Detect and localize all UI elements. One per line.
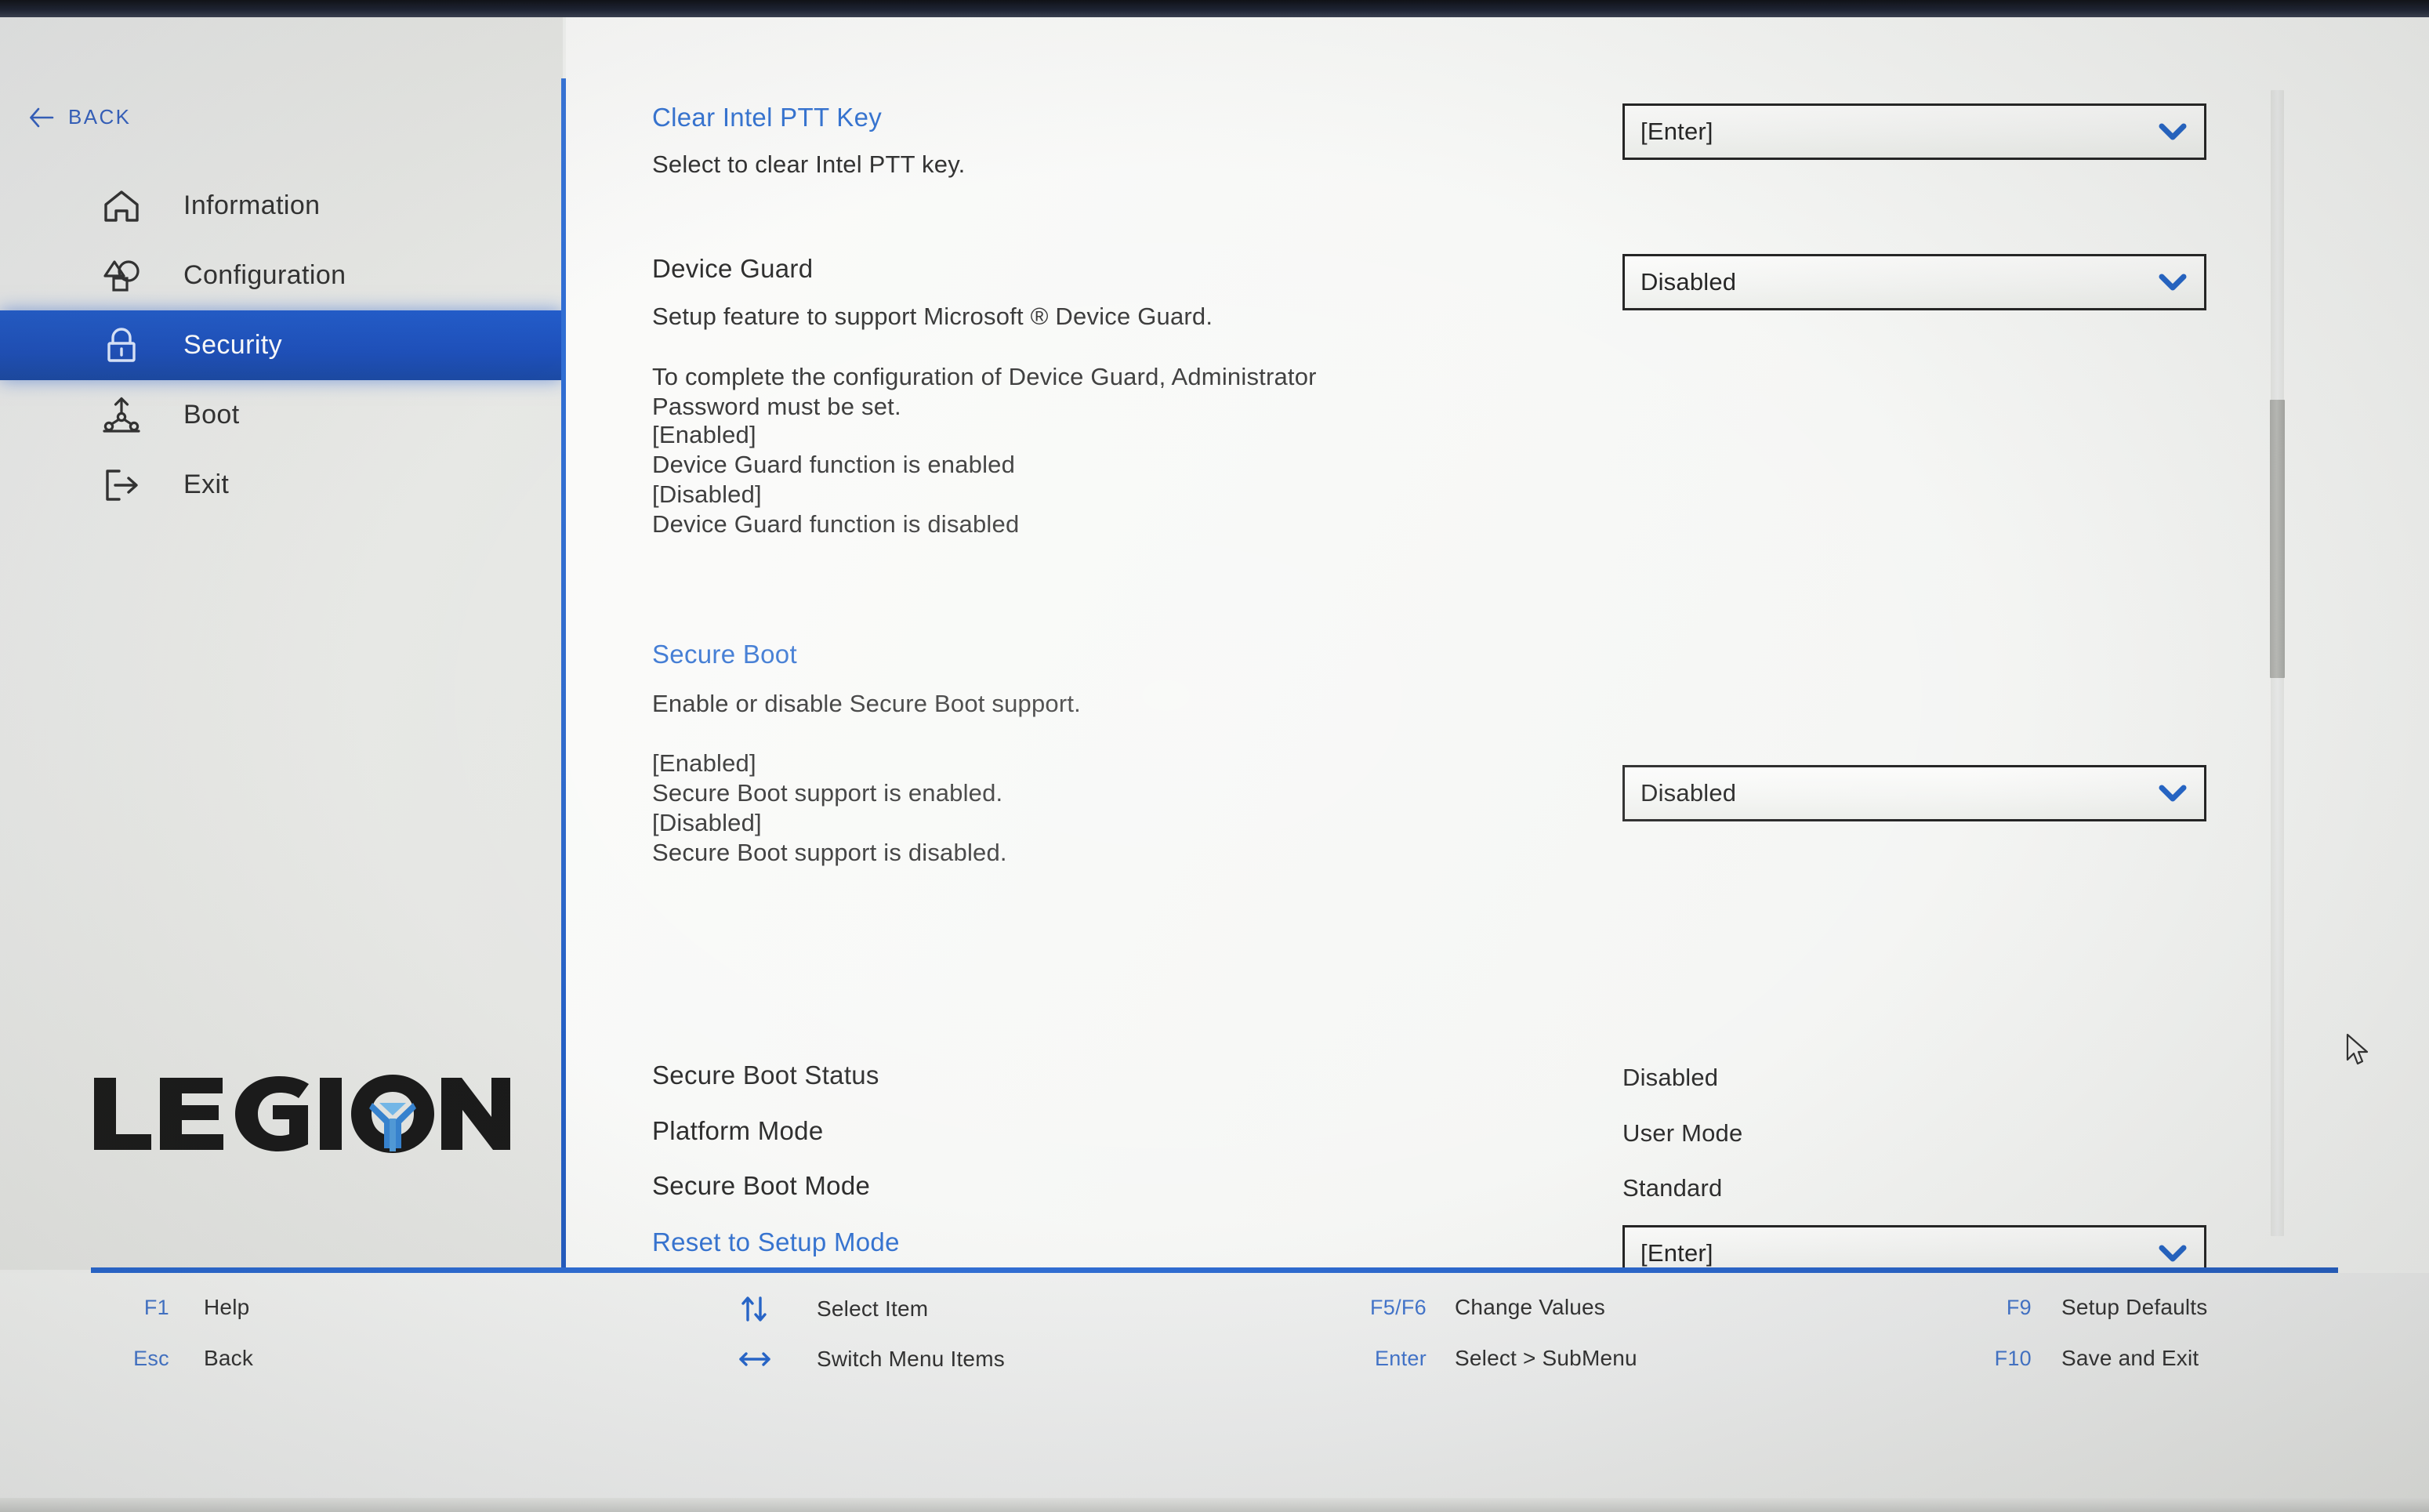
secure-boot-dropdown[interactable]: Disabled: [1622, 765, 2206, 821]
secure-boot-mode-value-wrap: Standard: [1622, 1174, 2171, 1202]
sidebar-item-configuration[interactable]: Configuration: [0, 241, 563, 310]
sidebar-item-security[interactable]: Security: [0, 310, 563, 380]
screen-bezel-top: [0, 0, 2429, 17]
setting-secure-boot-description: Enable or disable Secure Boot support.: [652, 689, 2314, 719]
reset-to-setup-mode-dropdown[interactable]: [Enter]: [1622, 1225, 2206, 1270]
hint-key: F10: [1994, 1346, 2032, 1370]
sidebar-item-label: Configuration: [183, 260, 346, 290]
dropdown-value: [Enter]: [1640, 1239, 1713, 1267]
dropdown-value: [Enter]: [1640, 118, 1713, 145]
device-guard-dropdown[interactable]: Disabled: [1622, 254, 2206, 310]
chevron-down-icon: [2159, 1245, 2187, 1262]
hint-f5f6-change-values: F5/F6 Change Values: [1343, 1295, 1605, 1320]
chevron-down-icon: [2159, 274, 2187, 291]
setting-description: Enable or disable Secure Boot support.: [652, 690, 1081, 717]
status-value: Disabled: [1622, 1064, 1719, 1091]
hint-f9-setup-defaults: F9 Setup Defaults: [1974, 1295, 2207, 1320]
status-value: Standard: [1622, 1174, 1723, 1202]
exit-arrow-icon: [106, 469, 138, 501]
home-icon: [104, 190, 139, 222]
sidebar: BACK Information Configuration Security …: [0, 17, 563, 1270]
sidebar-item-label: Security: [183, 330, 283, 360]
sidebar-item-exit[interactable]: Exit: [0, 450, 563, 520]
scrollbar-thumb[interactable]: [2270, 400, 2285, 678]
hint-action: Switch Menu Items: [817, 1347, 1005, 1371]
setting-note: To complete the configuration of Device …: [652, 363, 1317, 420]
hint-action: Back: [204, 1346, 254, 1370]
boot-network-icon: [103, 397, 140, 433]
dropdown-value: Disabled: [1640, 268, 1737, 296]
left-right-arrows-icon: [739, 1352, 770, 1366]
option-enabled-text: Device Guard function is enabled: [652, 451, 1016, 478]
dropdown-value: Disabled: [1640, 779, 1737, 807]
option-disabled-tag: [Disabled]: [652, 480, 762, 508]
setting-device-guard-note: To complete the configuration of Device …: [652, 362, 2314, 422]
hint-enter-select-submenu: Enter Select > SubMenu: [1343, 1346, 1637, 1371]
back-button[interactable]: BACK: [28, 105, 131, 129]
secure-boot-status-value-wrap: Disabled: [1622, 1064, 2171, 1092]
chevron-down-icon: [2159, 123, 2187, 140]
platform-mode-value-wrap: User Mode: [1622, 1119, 2171, 1148]
status-value: User Mode: [1622, 1119, 1743, 1147]
hint-action: Help: [204, 1295, 250, 1319]
footer-hints: F1 Help Esc Back Select Item Switch Menu…: [0, 1273, 2429, 1498]
sidebar-item-boot[interactable]: Boot: [0, 380, 563, 450]
back-label: BACK: [68, 105, 132, 129]
hint-key: Enter: [1374, 1346, 1427, 1370]
option-disabled-text: Device Guard function is disabled: [652, 510, 1020, 538]
hint-key: Esc: [133, 1346, 169, 1370]
legion-logo: [94, 1075, 510, 1153]
footer-divider: [91, 1267, 2338, 1273]
hint-action: Setup Defaults: [2061, 1295, 2208, 1319]
hint-action: Change Values: [1455, 1295, 1605, 1319]
option-enabled-tag: [Enabled]: [652, 421, 756, 448]
sidebar-item-information[interactable]: Information: [0, 171, 563, 241]
hint-key: F9: [2006, 1295, 2032, 1319]
hint-f10-save-and-exit: F10 Save and Exit: [1974, 1346, 2199, 1371]
main-content: Clear Intel PTT Key Select to clear Inte…: [566, 17, 2429, 1270]
hint-action: Save and Exit: [2061, 1346, 2199, 1370]
hint-action: Select > SubMenu: [1455, 1346, 1637, 1370]
shapes-icon: [103, 259, 140, 292]
hint-esc-back: Esc Back: [114, 1346, 253, 1371]
sidebar-nav: Information Configuration Security Boot …: [0, 171, 563, 520]
setting-secure-boot: Secure Boot: [652, 640, 2314, 669]
hint-switch-menu-items: Switch Menu Items: [737, 1343, 1005, 1375]
screen-bezel-bottom: [0, 1498, 2429, 1512]
arrow-left-icon: [30, 107, 54, 127]
option-disabled-text: Secure Boot support is disabled.: [652, 839, 1007, 866]
sidebar-item-label: Information: [183, 190, 321, 220]
hint-action: Select Item: [817, 1296, 929, 1321]
hint-f1-help: F1 Help: [114, 1295, 249, 1320]
sidebar-item-label: Exit: [183, 470, 230, 499]
setting-device-guard-options: [Enabled] Device Guard function is enabl…: [652, 420, 2314, 539]
clear-intel-ptt-key-dropdown[interactable]: [Enter]: [1622, 103, 2206, 160]
hint-key: F1: [143, 1295, 169, 1319]
chevron-down-icon: [2159, 785, 2187, 802]
bios-setup-screen: BACK Information Configuration Security …: [0, 0, 2429, 1512]
hint-key: F5/F6: [1369, 1295, 1427, 1319]
padlock-icon: [107, 327, 136, 362]
sidebar-item-label: Boot: [183, 400, 240, 430]
hint-select-item: Select Item: [737, 1293, 928, 1325]
up-down-arrows-icon: [741, 1296, 767, 1322]
setting-title: Secure Boot: [652, 640, 797, 669]
mouse-cursor: [2346, 1033, 2369, 1065]
